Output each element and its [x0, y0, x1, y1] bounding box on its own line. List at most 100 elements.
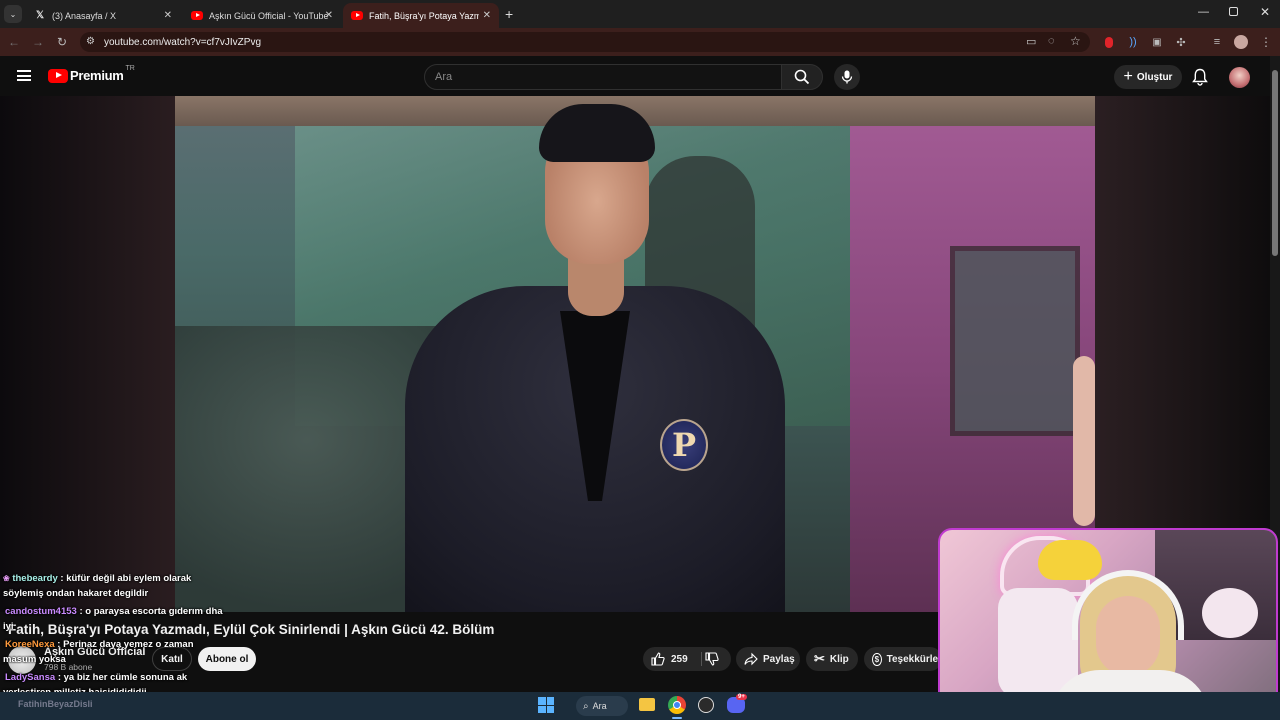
reading-list-icon[interactable]: ≡ [1209, 34, 1225, 50]
video-man-hair [539, 104, 655, 162]
taskbar-search[interactable]: ⌕ Ara [576, 696, 628, 716]
thanks-dollar-icon: $ [872, 652, 882, 666]
video-ambient-left [0, 96, 175, 612]
discord-icon[interactable]: 9+ [727, 694, 747, 713]
tab-askin-gucu-channel[interactable]: Aşkın Gücü Official - YouTube ✕ [183, 3, 341, 28]
like-count: 259 [671, 653, 688, 665]
tab-title: (3) Anasayfa / X [52, 10, 117, 21]
like-divider [701, 652, 702, 666]
create-label: Oluştur [1136, 71, 1173, 83]
share-button[interactable]: Paylaş [736, 647, 800, 671]
tab-title: Aşkın Gücü Official - YouTube [209, 10, 329, 21]
address-bar[interactable]: ⚙ youtube.com/watch?v=cf7vJIvZPvg ▭ ◌ ☆ [80, 32, 1090, 52]
obs-icon[interactable] [698, 697, 714, 713]
taskbar-active-indicator [672, 717, 682, 719]
badge-letter: P [671, 426, 697, 464]
site-info-icon[interactable]: ⚙ [86, 36, 95, 47]
eye-off-icon[interactable]: ◌ [1048, 35, 1055, 47]
microphone-icon [841, 70, 853, 84]
chat-text: : ya biz her cümle sonuna ak [57, 672, 188, 683]
plus-icon: + [1123, 68, 1133, 85]
video-title: Fatih, Büşra'yı Potaya Yazmadı, Eylül Ço… [8, 622, 495, 637]
extension-box-icon[interactable]: ▣ [1149, 34, 1165, 50]
dislike-button[interactable] [705, 652, 719, 669]
extension-red-icon[interactable] [1101, 34, 1117, 50]
close-window-button[interactable]: ✕ [1260, 5, 1270, 19]
chevron-down-icon: ⌄ [9, 9, 17, 19]
search-button[interactable] [781, 64, 823, 90]
close-tab-icon[interactable]: ✕ [483, 10, 491, 21]
youtube-premium-logo[interactable]: Premium TR [48, 65, 135, 83]
chrome-icon[interactable] [668, 696, 686, 714]
close-tab-icon[interactable]: ✕ [325, 10, 333, 21]
restore-button[interactable] [1229, 7, 1238, 16]
youtube-icon [351, 10, 363, 22]
thumbs-down-icon [705, 652, 719, 666]
search-placeholder: Ara [435, 71, 453, 83]
chat-badge-icon: ❀ [3, 574, 10, 583]
chat-username: KoreeNexa [5, 639, 55, 650]
clip-button[interactable]: ✂ Klip [806, 647, 858, 671]
subscribe-label: Abone ol [205, 653, 249, 665]
create-button[interactable]: + Oluştur [1114, 65, 1182, 89]
chat-message: LadySansa : ya biz her cümle sonuna ak [5, 671, 187, 685]
close-tab-icon[interactable]: ✕ [164, 10, 172, 21]
thanks-label: Teşekkürler [886, 653, 942, 665]
tab-twitter[interactable]: 𝕏 (3) Anasayfa / X ✕ [26, 3, 180, 28]
cam-plushie [1202, 588, 1258, 638]
video-bg-frame [950, 246, 1080, 436]
premium-label: Premium [70, 68, 124, 83]
chat-message: ❀ thebeardy : küfür değil abi eylem olar… [3, 572, 191, 586]
account-avatar[interactable] [1229, 67, 1250, 88]
chat-text: : Perinaz daya yemez o zaman [57, 639, 194, 650]
video-badge: P [660, 419, 708, 471]
bookmark-star-icon[interactable]: ☆ [1070, 34, 1081, 48]
search-input[interactable]: Ara [424, 64, 782, 90]
windows-start-icon[interactable] [538, 697, 554, 713]
like-button[interactable]: 259 [643, 652, 688, 666]
back-button[interactable]: ← [6, 34, 22, 50]
subscribe-button[interactable]: Abone ol [198, 647, 256, 671]
reload-button[interactable]: ↻ [54, 34, 70, 50]
scrollbar-thumb[interactable] [1272, 70, 1278, 256]
minimize-button[interactable]: — [1198, 6, 1209, 18]
like-dislike-group: 259 [643, 647, 731, 671]
url-text: youtube.com/watch?v=cf7vJIvZPvg [104, 36, 262, 48]
chat-message-cont: iyi [3, 621, 14, 632]
chat-username: LadySansa [5, 672, 56, 683]
new-tab-button[interactable]: + [505, 6, 513, 22]
chat-message-cont: masum yoksa [3, 654, 66, 665]
taskbar-search-label: Ara [592, 701, 607, 711]
chat-message: KoreeNexa : Perinaz daya yemez o zaman [5, 638, 194, 652]
youtube-logo-icon [48, 68, 68, 83]
x-logo-icon: 𝕏 [35, 10, 45, 21]
chat-footer: FatihinBeyazDisli [18, 699, 93, 709]
extensions-puzzle-icon[interactable]: ✣ [1173, 34, 1189, 50]
profile-avatar[interactable] [1233, 34, 1249, 50]
chat-username: thebeardy [12, 573, 58, 584]
youtube-icon [191, 10, 203, 22]
search-icon [794, 69, 810, 85]
tab-current-video[interactable]: Fatih, Büşra'yı Potaya Yazmadı, ✕ [343, 3, 499, 28]
chat-message: candostum4153 : o paraysa escorta gıderı… [5, 605, 223, 619]
tab-list-button[interactable]: ⌄ [4, 5, 22, 23]
windows-taskbar: FatihinBeyazDisli ⌕ Ara 9+ [0, 692, 1280, 720]
scissors-icon: ✂ [814, 651, 825, 666]
notifications-bell-icon[interactable] [1192, 68, 1208, 91]
chat-footer-user: FatihinBeyazDisli [18, 699, 93, 709]
voice-search-button[interactable] [834, 64, 860, 90]
thanks-button[interactable]: $ Teşekkürler [864, 647, 942, 671]
browser-menu-icon[interactable]: ⋮ [1258, 34, 1274, 50]
region-code: TR [125, 65, 135, 72]
share-icon [744, 652, 758, 666]
chat-message-cont: söylemiş ondan hakaret degildir [3, 588, 149, 599]
thumbs-up-icon [651, 652, 665, 666]
chat-text: : o paraysa escorta gıderım dha [79, 606, 223, 617]
share-label: Paylaş [763, 653, 795, 665]
forward-button[interactable]: → [30, 34, 46, 50]
file-explorer-icon[interactable] [639, 698, 655, 711]
cast-icon[interactable]: ▭ [1026, 35, 1036, 48]
hamburger-menu-icon[interactable] [17, 70, 31, 81]
clip-label: Klip [829, 653, 849, 665]
extension-audio-icon[interactable]: )) [1125, 34, 1141, 50]
